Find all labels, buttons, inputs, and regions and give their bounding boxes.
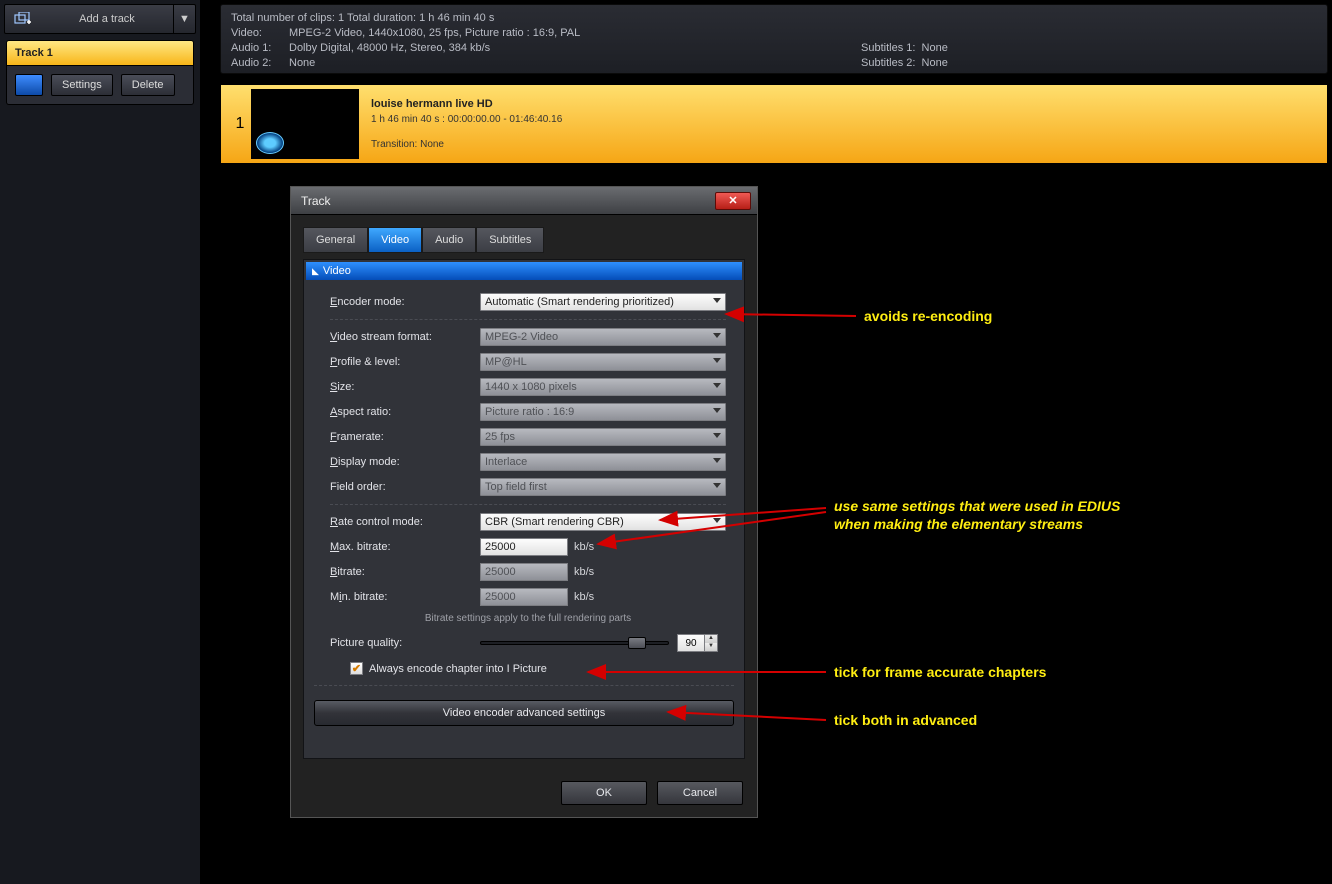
bitrate-note: Bitrate settings apply to the full rende… (330, 613, 726, 624)
chevron-down-icon (713, 483, 721, 488)
framerate-dropdown: 25 fps (480, 428, 726, 446)
annotation-edius-line2: when making the elementary streams (834, 516, 1083, 532)
field-order-dropdown: Top field first (480, 478, 726, 496)
annotation-chapters: tick for frame accurate chapters (834, 664, 1046, 680)
unit-label: kb/s (574, 591, 594, 603)
sub1-value: None (922, 42, 948, 54)
track-thumbnail-icon[interactable] (15, 74, 43, 96)
add-track-bar[interactable]: Add a track ▼ (4, 4, 196, 34)
clip-logo-icon (256, 132, 284, 154)
clip-thumbnail[interactable] (251, 89, 359, 159)
stream-format-label: Video stream format: (330, 331, 480, 343)
profile-dropdown: MP@HL (480, 353, 726, 371)
max-bitrate-label: Max. bitrate: (330, 541, 480, 553)
encoder-mode-dropdown[interactable]: Automatic (Smart rendering prioritized) (480, 293, 726, 311)
audio2-value: None (289, 56, 315, 71)
chevron-down-icon (713, 298, 721, 303)
picture-quality-label: Picture quality: (330, 637, 480, 649)
clip-meta: louise hermann live HD 1 h 46 min 40 s :… (371, 98, 562, 150)
audio2-label: Audio 2: (231, 56, 281, 71)
dialog-title: Track (301, 194, 331, 208)
chevron-down-icon (713, 383, 721, 388)
display-mode-label: Display mode: (330, 456, 480, 468)
clip-time: 1 h 46 min 40 s : 00:00:00.00 - 01:46:40… (371, 114, 562, 125)
sub2-value: None (922, 57, 948, 69)
display-mode-dropdown: Interlace (480, 453, 726, 471)
track-dialog: Track ✕ General Video Audio Subtitles ◣ … (290, 186, 758, 818)
bitrate-label: Bitrate: (330, 566, 480, 578)
size-label: Size: (330, 381, 480, 393)
audio1-value: Dolby Digital, 48000 Hz, Stereo, 384 kb/… (289, 41, 490, 56)
picture-quality-slider[interactable] (480, 641, 669, 645)
section-title: Video (323, 265, 351, 277)
clip-strip[interactable]: 1 louise hermann live HD 1 h 46 min 40 s… (220, 84, 1328, 164)
framerate-label: Framerate: (330, 431, 480, 443)
annotation-advanced: tick both in advanced (834, 712, 977, 728)
sub1-label: Subtitles 1: (861, 42, 915, 54)
min-bitrate-label: Min. bitrate: (330, 591, 480, 603)
slider-thumb[interactable] (628, 637, 646, 649)
info-summary: Total number of clips: 1 Total duration:… (231, 11, 1317, 26)
annotation-avoid: avoids re-encoding (864, 308, 992, 324)
tab-general[interactable]: General (303, 227, 368, 253)
size-dropdown: 1440 x 1080 pixels (480, 378, 726, 396)
rate-control-dropdown[interactable]: CBR (Smart rendering CBR) (480, 513, 726, 531)
info-bar: Total number of clips: 1 Total duration:… (220, 4, 1328, 74)
unit-label: kb/s (574, 566, 594, 578)
picture-quality-input[interactable] (677, 634, 705, 652)
tab-subtitles[interactable]: Subtitles (476, 227, 544, 253)
video-label: Video: (231, 26, 281, 41)
spinner-buttons[interactable]: ▲▼ (704, 634, 718, 652)
aspect-dropdown: Picture ratio : 16:9 (480, 403, 726, 421)
chevron-down-icon (713, 458, 721, 463)
audio1-label: Audio 1: (231, 41, 281, 56)
tab-audio[interactable]: Audio (422, 227, 476, 253)
chevron-down-icon (713, 518, 721, 523)
clip-title: louise hermann live HD (371, 98, 562, 110)
ok-button[interactable]: OK (561, 781, 647, 805)
close-button[interactable]: ✕ (715, 192, 751, 210)
tabs: General Video Audio Subtitles (303, 227, 745, 253)
encoder-mode-label: Encoder mode: (330, 296, 480, 308)
sub2-label: Subtitles 2: (861, 57, 915, 69)
clip-transition: Transition: None (371, 139, 562, 150)
bitrate-input (480, 563, 568, 581)
tab-video[interactable]: Video (368, 227, 422, 253)
track-card: Track 1 Settings Delete (6, 40, 194, 105)
video-panel: ◣ Video Encoder mode: Automatic (Smart r… (303, 259, 745, 759)
unit-label: kb/s (574, 541, 594, 553)
video-value: MPEG-2 Video, 1440x1080, 25 fps, Picture… (289, 26, 580, 41)
collapse-icon: ◣ (312, 266, 319, 277)
chevron-down-icon (713, 408, 721, 413)
cancel-button[interactable]: Cancel (657, 781, 743, 805)
rate-control-label: Rate control mode: (330, 516, 480, 528)
sidebar: Add a track ▼ Track 1 Settings Delete (0, 0, 200, 884)
max-bitrate-input[interactable] (480, 538, 568, 556)
track-body: Settings Delete (6, 66, 194, 105)
add-track-dropdown[interactable]: ▼ (173, 5, 195, 33)
aspect-label: Aspect ratio: (330, 406, 480, 418)
stream-format-dropdown: MPEG-2 Video (480, 328, 726, 346)
section-header[interactable]: ◣ Video (306, 262, 742, 280)
settings-button[interactable]: Settings (51, 74, 113, 96)
chevron-down-icon (713, 358, 721, 363)
annotation-edius-line1: use same settings that were used in EDIU… (834, 498, 1120, 514)
advanced-settings-button[interactable]: Video encoder advanced settings (314, 700, 734, 726)
clip-number: 1 (229, 115, 251, 133)
chevron-down-icon (713, 333, 721, 338)
ipicture-checkbox[interactable]: ✔ (350, 662, 363, 675)
field-order-label: Field order: (330, 481, 480, 493)
min-bitrate-input (480, 588, 568, 606)
chevron-down-icon (713, 433, 721, 438)
dialog-titlebar[interactable]: Track ✕ (291, 187, 757, 215)
delete-button[interactable]: Delete (121, 74, 175, 96)
ipicture-label: Always encode chapter into I Picture (369, 663, 547, 675)
profile-label: Profile & level: (330, 356, 480, 368)
track-title[interactable]: Track 1 (6, 40, 194, 66)
add-track-icon (5, 12, 41, 26)
add-track-label: Add a track (41, 13, 173, 25)
